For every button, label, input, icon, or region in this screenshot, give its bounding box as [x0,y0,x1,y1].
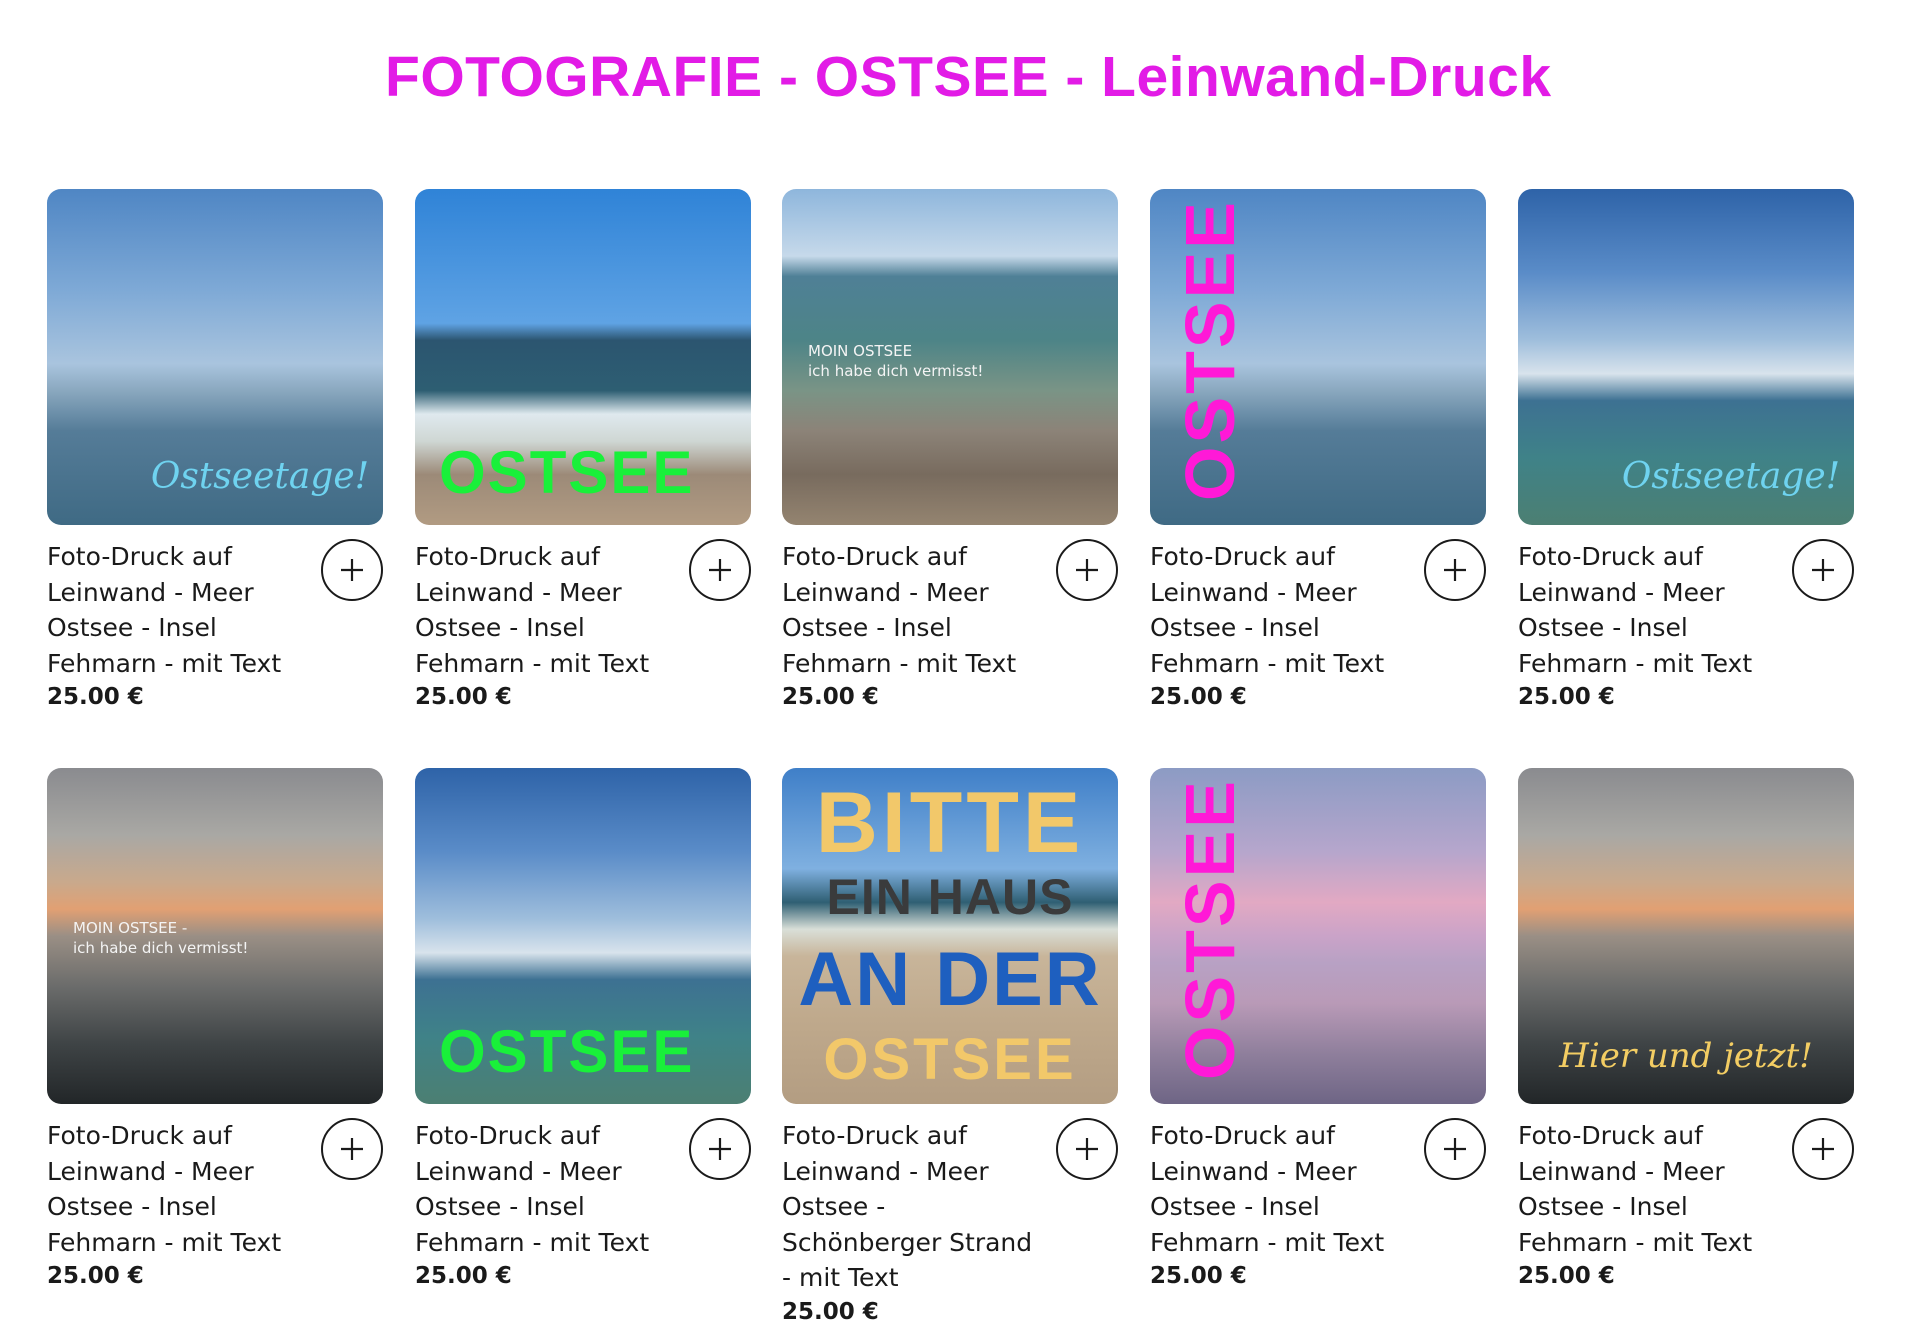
product-price: 25.00 € [782,1298,879,1325]
product-image[interactable]: OSTSEE [1150,768,1486,1104]
product-card[interactable]: MOIN OSTSEE - ich habe dich vermisst! Fo… [47,768,387,1291]
image-overlay-text: OSTSEE [1171,199,1249,501]
product-card[interactable]: Ostseetage! Foto-Druck auf Leinwand - Me… [47,189,387,712]
add-to-cart-button[interactable] [689,1118,751,1180]
add-to-cart-button[interactable] [1792,1118,1854,1180]
product-card[interactable]: OSTSEE Foto-Druck auf Leinwand - Meer Os… [1150,189,1490,712]
page-title: FOTOGRAFIE - OSTSEE - Leinwand-Druck [385,45,1552,109]
image-overlay-line: EIN HAUS [826,869,1074,925]
plus-icon [1444,559,1466,581]
product-name[interactable]: Foto-Druck auf Leinwand - Meer Ostsee - … [1150,1118,1410,1260]
plus-icon [1076,559,1098,581]
product-image[interactable]: OSTSEE [415,189,751,525]
product-name[interactable]: Foto-Druck auf Leinwand - Meer Ostsee - … [47,539,307,681]
plus-icon [709,1138,731,1160]
product-name[interactable]: Foto-Druck auf Leinwand - Meer Ostsee - … [1518,539,1778,681]
image-overlay-text: OSTSEE [1171,778,1249,1080]
image-overlay-text: Hier und jetzt! [1559,1036,1813,1076]
product-name[interactable]: Foto-Druck auf Leinwand - Meer Ostsee - … [415,539,675,681]
image-overlay-line: ich habe dich vermisst! [73,939,249,957]
image-overlay-line: BITTE [815,775,1085,871]
product-image[interactable]: MOIN OSTSEE - ich habe dich vermisst! [47,768,383,1104]
product-image[interactable]: MOIN OSTSEE ich habe dich vermisst! [782,189,1118,525]
product-card[interactable]: OSTSEE Foto-Druck auf Leinwand - Meer Os… [415,189,755,712]
product-price: 25.00 € [782,684,879,710]
plus-icon [1076,1138,1098,1160]
image-overlay-line: MOIN OSTSEE - [73,919,188,937]
image-overlay-text: OSTSEE [439,1018,695,1085]
image-overlay-text: Ostseetage! [150,456,370,497]
product-name[interactable]: Foto-Druck auf Leinwand - Meer Ostsee - … [47,1118,307,1260]
add-to-cart-button[interactable] [321,1118,383,1180]
product-price: 25.00 € [415,1263,512,1289]
image-overlay-text: OSTSEE [439,439,695,506]
product-name[interactable]: Foto-Druck auf Leinwand - Meer Ostsee - … [782,539,1042,681]
product-image[interactable]: Ostseetage! [47,189,383,525]
product-image[interactable]: OSTSEE [1150,189,1486,525]
product-card[interactable]: Ostseetage! Foto-Druck auf Leinwand - Me… [1518,189,1858,712]
product-image[interactable]: Ostseetage! [1518,189,1854,525]
plus-icon [1812,1138,1834,1160]
product-card[interactable]: Hier und jetzt! Foto-Druck auf Leinwand … [1518,768,1858,1291]
add-to-cart-button[interactable] [689,539,751,601]
product-price: 25.00 € [1150,1263,1247,1289]
product-name[interactable]: Foto-Druck auf Leinwand - Meer Ostsee - … [782,1118,1042,1296]
product-card[interactable]: OSTSEE Foto-Druck auf Leinwand - Meer Os… [415,768,755,1291]
add-to-cart-button[interactable] [1056,1118,1118,1180]
plus-icon [1444,1138,1466,1160]
image-overlay-line: ich habe dich vermisst! [808,362,984,380]
product-name[interactable]: Foto-Druck auf Leinwand - Meer Ostsee - … [1150,539,1410,681]
product-image[interactable]: BITTE EIN HAUS AN DER OSTSEE [782,768,1118,1104]
product-card[interactable]: BITTE EIN HAUS AN DER OSTSEE Foto-Druck … [782,768,1122,1327]
product-card[interactable]: MOIN OSTSEE ich habe dich vermisst! Foto… [782,189,1122,712]
product-price: 25.00 € [47,1263,144,1289]
add-to-cart-button[interactable] [1424,539,1486,601]
image-overlay-line: AN DER [798,937,1102,1022]
add-to-cart-button[interactable] [1056,539,1118,601]
add-to-cart-button[interactable] [321,539,383,601]
add-to-cart-button[interactable] [1424,1118,1486,1180]
product-price: 25.00 € [415,684,512,710]
add-to-cart-button[interactable] [1792,539,1854,601]
product-price: 25.00 € [47,684,144,710]
product-image[interactable]: OSTSEE [415,768,751,1104]
product-price: 25.00 € [1518,684,1615,710]
product-name[interactable]: Foto-Druck auf Leinwand - Meer Ostsee - … [415,1118,675,1260]
product-name[interactable]: Foto-Druck auf Leinwand - Meer Ostsee - … [1518,1118,1778,1260]
plus-icon [709,559,731,581]
image-overlay-line: MOIN OSTSEE [808,342,913,360]
product-price: 25.00 € [1150,684,1247,710]
image-overlay-text: Ostseetage! [1621,456,1841,497]
product-image[interactable]: Hier und jetzt! [1518,768,1854,1104]
plus-icon [1812,559,1834,581]
product-price: 25.00 € [1518,1263,1615,1289]
image-overlay-line: OSTSEE [823,1027,1077,1092]
product-card[interactable]: OSTSEE Foto-Druck auf Leinwand - Meer Os… [1150,768,1490,1291]
plus-icon [341,1138,363,1160]
plus-icon [341,559,363,581]
